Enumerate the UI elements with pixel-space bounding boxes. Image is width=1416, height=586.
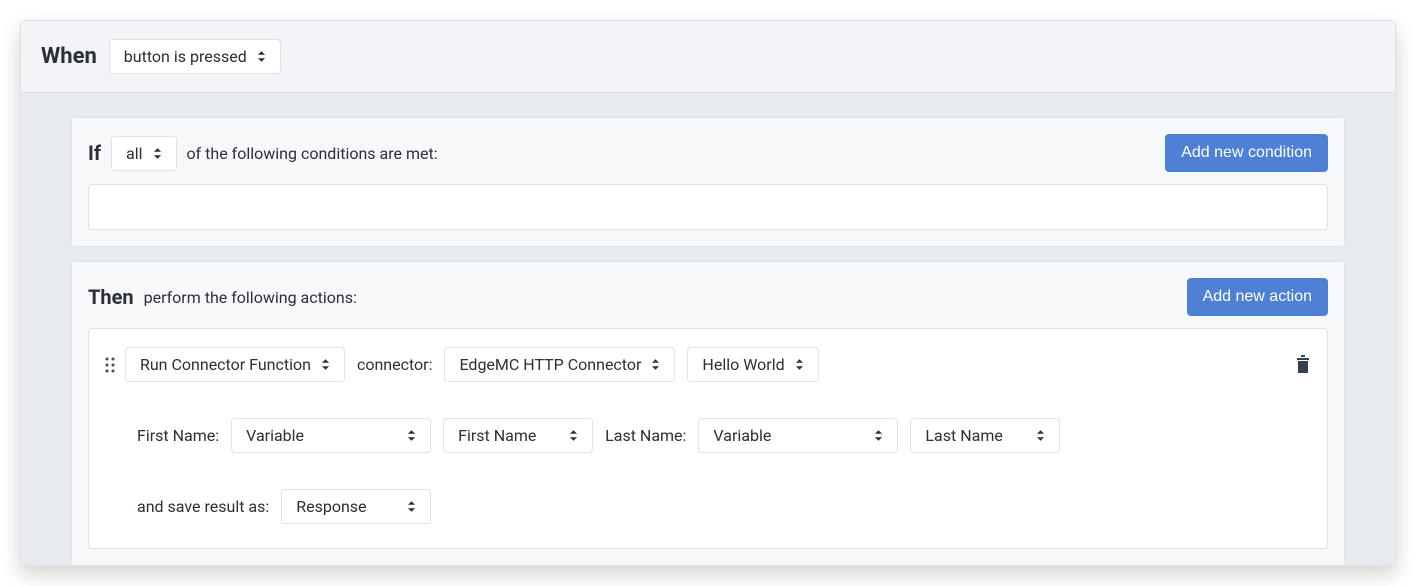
save-result-label: and save result as: bbox=[137, 497, 269, 516]
rule-body: If all of the following conditions are m… bbox=[21, 93, 1395, 565]
first-name-label: First Name: bbox=[137, 426, 219, 445]
first-name-value-select[interactable]: First Name bbox=[443, 418, 593, 453]
connector-value: EdgeMC HTTP Connector bbox=[459, 355, 641, 374]
save-result-select[interactable]: Response bbox=[281, 489, 431, 524]
connector-select[interactable]: EdgeMC HTTP Connector bbox=[444, 347, 675, 382]
when-label: When bbox=[41, 44, 97, 69]
conditions-container bbox=[88, 184, 1328, 230]
function-value: Hello World bbox=[702, 355, 784, 374]
then-suffix-text: perform the following actions: bbox=[144, 288, 357, 307]
if-panel: If all of the following conditions are m… bbox=[71, 117, 1345, 247]
sort-icon bbox=[407, 500, 416, 513]
last-name-label: Last Name: bbox=[605, 426, 686, 445]
sort-icon bbox=[257, 50, 266, 63]
trigger-editor-card: When button is pressed If all bbox=[20, 20, 1396, 566]
then-panel: Then perform the following actions: Add … bbox=[71, 261, 1345, 565]
sort-icon bbox=[569, 429, 578, 442]
when-trigger-value: button is pressed bbox=[124, 47, 247, 66]
when-section: When button is pressed bbox=[21, 21, 1395, 93]
then-label: Then bbox=[88, 285, 134, 309]
sort-icon bbox=[874, 429, 883, 442]
if-quantifier-select[interactable]: all bbox=[111, 136, 176, 171]
connector-label: connector: bbox=[357, 355, 433, 374]
actions-container: Run Connector Function connector: EdgeMC… bbox=[88, 328, 1328, 549]
sort-icon bbox=[795, 358, 804, 371]
action-row: Run Connector Function connector: EdgeMC… bbox=[105, 347, 1311, 524]
last-name-value-select[interactable]: Last Name bbox=[910, 418, 1060, 453]
first-name-value: First Name bbox=[458, 426, 536, 445]
last-name-mode-select[interactable]: Variable bbox=[698, 418, 898, 453]
if-suffix-text: of the following conditions are met: bbox=[187, 144, 438, 163]
when-trigger-select[interactable]: button is pressed bbox=[109, 39, 281, 74]
if-label: If bbox=[88, 141, 101, 165]
if-header-left: If all of the following conditions are m… bbox=[88, 136, 1155, 171]
sort-icon bbox=[321, 358, 330, 371]
if-header: If all of the following conditions are m… bbox=[88, 134, 1328, 172]
action-type-select[interactable]: Run Connector Function bbox=[125, 347, 345, 382]
last-name-value: Last Name bbox=[925, 426, 1002, 445]
sort-icon bbox=[407, 429, 416, 442]
sort-icon bbox=[1036, 429, 1045, 442]
if-quantifier-value: all bbox=[126, 144, 142, 163]
action-type-value: Run Connector Function bbox=[140, 355, 311, 374]
function-select[interactable]: Hello World bbox=[687, 347, 818, 382]
drag-handle-icon[interactable] bbox=[105, 347, 115, 377]
then-header: Then perform the following actions: Add … bbox=[88, 278, 1328, 316]
last-name-mode-value: Variable bbox=[713, 426, 771, 445]
add-action-button[interactable]: Add new action bbox=[1187, 278, 1328, 316]
sort-icon bbox=[153, 147, 162, 160]
first-name-mode-select[interactable]: Variable bbox=[231, 418, 431, 453]
action-content: Run Connector Function connector: EdgeMC… bbox=[125, 347, 1285, 524]
add-condition-button[interactable]: Add new condition bbox=[1165, 134, 1328, 172]
first-name-mode-value: Variable bbox=[246, 426, 304, 445]
then-header-left: Then perform the following actions: bbox=[88, 285, 1177, 309]
sort-icon bbox=[651, 358, 660, 371]
save-result-value: Response bbox=[296, 497, 366, 516]
delete-action-icon[interactable] bbox=[1295, 347, 1311, 377]
